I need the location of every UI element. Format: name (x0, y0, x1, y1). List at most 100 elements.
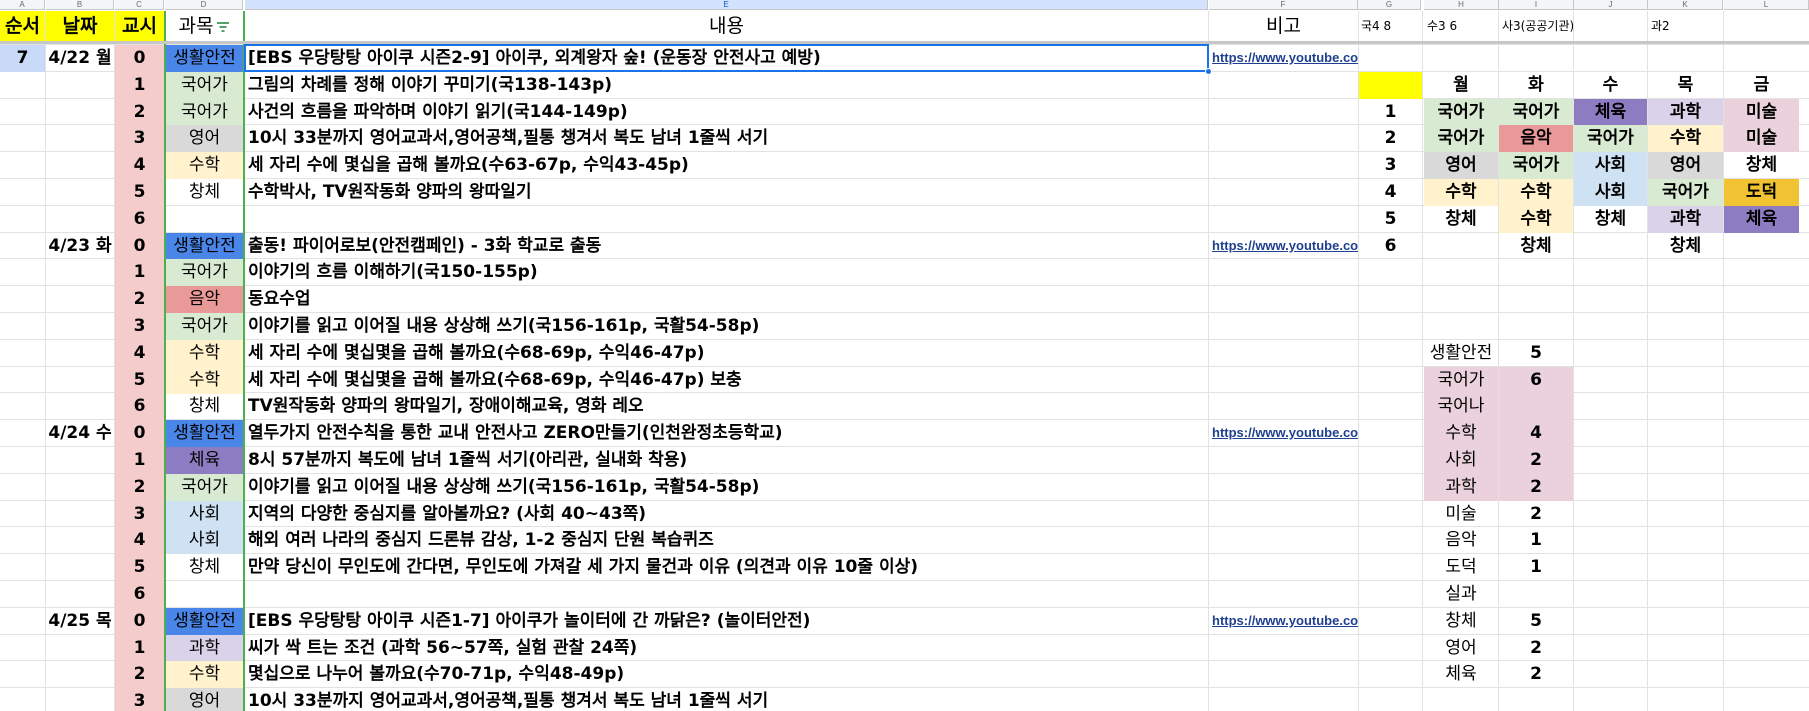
subject-cell[interactable]: 생활안전 (166, 607, 243, 635)
subject-cell[interactable]: 창체 (166, 393, 243, 420)
count-value-cell[interactable]: 2 (1499, 661, 1573, 688)
column-letter[interactable]: K (1648, 0, 1723, 10)
order-cell[interactable] (0, 313, 45, 340)
header-period[interactable]: 교시 (115, 11, 164, 41)
order-cell[interactable] (0, 420, 45, 447)
timetable-cell[interactable]: 과학 (1648, 98, 1723, 126)
subject-cell[interactable]: 과학 (166, 634, 243, 662)
count-value-cell[interactable]: 5 (1499, 608, 1573, 635)
timetable-cell[interactable]: 수학 (1499, 179, 1573, 206)
date-cell[interactable] (46, 447, 114, 474)
date-cell[interactable] (46, 393, 114, 420)
period-cell[interactable]: 0 (115, 232, 164, 260)
subject-cell[interactable]: 사회 (166, 527, 243, 555)
subject-cell[interactable]: 국어가 (166, 313, 243, 340)
count-subject-cell[interactable]: 도덕 (1424, 554, 1498, 581)
period-cell[interactable]: 0 (115, 607, 164, 635)
timetable-cell[interactable]: 창체 (1499, 233, 1573, 260)
date-cell[interactable]: 4/23 화 (46, 233, 114, 260)
count-value-cell[interactable]: 1 (1499, 527, 1573, 554)
count-value-cell[interactable]: 2 (1499, 635, 1573, 662)
period-cell[interactable]: 5 (115, 554, 164, 582)
timetable-cell[interactable]: 과학 (1648, 205, 1723, 233)
timetable-period-num[interactable]: 5 (1359, 206, 1422, 233)
content-cell[interactable]: 8시 57분까지 복도에 남녀 1줄씩 서기(아리관, 실내화 착용) (245, 447, 1208, 474)
column-letter[interactable]: B (46, 0, 114, 10)
content-cell[interactable]: 세 자리 수에 몇십몇을 곱해 볼까요(수68-69p, 수익46-47p) (245, 340, 1208, 367)
period-cell[interactable]: 4 (115, 152, 164, 180)
column-letter[interactable]: A (0, 0, 45, 10)
timetable-cell[interactable] (1724, 233, 1799, 260)
period-cell[interactable]: 0 (115, 45, 164, 72)
date-cell[interactable] (46, 72, 114, 99)
content-cell[interactable]: TV원작동화 양파의 왕따일기, 장애이해교육, 영화 레오 (245, 393, 1208, 420)
date-cell[interactable] (46, 259, 114, 286)
subject-cell[interactable]: 국어가 (166, 98, 243, 126)
content-cell[interactable]: 수학박사, TV원작동화 양파의 왕따일기 (245, 179, 1208, 206)
content-cell[interactable]: [EBS 우당탕탕 아이쿠 시즌1-7] 아이쿠가 놀이터에 간 까닭은? (놀… (245, 608, 1208, 635)
order-cell[interactable] (0, 72, 45, 99)
count-subject-cell[interactable]: 음악 (1424, 527, 1498, 554)
timetable-day-header[interactable]: 목 (1648, 72, 1723, 99)
timetable-day-header[interactable]: 화 (1499, 72, 1573, 99)
order-cell[interactable] (0, 501, 45, 528)
order-cell[interactable] (0, 179, 45, 206)
period-cell[interactable]: 5 (115, 366, 164, 394)
timetable-cell[interactable]: 수학 (1499, 205, 1573, 233)
content-cell[interactable] (245, 581, 1208, 608)
period-cell[interactable]: 4 (115, 527, 164, 555)
column-letter[interactable]: G (1358, 0, 1421, 10)
note-link[interactable]: https://www.youtube.com/watch? (1209, 608, 1358, 635)
timetable-cell[interactable]: 음악 (1499, 125, 1573, 153)
date-cell[interactable] (46, 125, 114, 152)
count-value-cell[interactable]: 6 (1499, 366, 1573, 394)
content-cell[interactable]: 세 자리 수에 몇십을 곱해 볼까요(수63-67p, 수익43-45p) (245, 152, 1208, 179)
timetable-cell[interactable]: 사회 (1574, 179, 1647, 206)
period-cell[interactable]: 3 (115, 500, 164, 528)
timetable-period-num[interactable]: 4 (1359, 179, 1422, 206)
date-cell[interactable] (46, 313, 114, 340)
period-cell[interactable]: 1 (115, 634, 164, 662)
order-cell[interactable] (0, 152, 45, 179)
date-cell[interactable] (46, 152, 114, 179)
count-subject-cell[interactable]: 체육 (1424, 661, 1498, 688)
period-cell[interactable]: 4 (115, 339, 164, 367)
order-cell[interactable] (0, 447, 45, 474)
order-cell[interactable] (0, 259, 45, 286)
count-subject-cell[interactable]: 과학 (1424, 473, 1498, 501)
header-extra-korean[interactable]: 국4 8 (1358, 11, 1421, 41)
period-cell[interactable]: 0 (115, 420, 164, 448)
order-cell[interactable]: 7 (0, 45, 45, 72)
subject-cell[interactable]: 국어가 (166, 473, 243, 501)
date-cell[interactable] (46, 635, 114, 662)
count-value-cell[interactable] (1499, 581, 1573, 608)
order-cell[interactable] (0, 233, 45, 260)
content-cell[interactable] (245, 206, 1208, 233)
spreadsheet-grid[interactable]: ABCDEFGHIJKL 순서 날짜 교시 과목 내용 비고 국4 8 수3 6… (0, 0, 1809, 711)
header-subject[interactable]: 과목 (165, 11, 243, 41)
period-cell[interactable]: 2 (115, 98, 164, 126)
content-cell[interactable]: [EBS 우당탕탕 아이쿠 시즌2-9] 아이쿠, 외계왕자 숲! (운동장 안… (245, 45, 1208, 72)
period-cell[interactable]: 6 (115, 205, 164, 233)
period-cell[interactable]: 1 (115, 71, 164, 99)
subject-cell[interactable]: 영어 (166, 125, 243, 153)
order-cell[interactable] (0, 581, 45, 608)
column-letter[interactable]: L (1724, 0, 1809, 10)
content-cell[interactable]: 만약 당신이 무인도에 간다면, 무인도에 가져갈 세 가지 물건과 이유 (의… (245, 554, 1208, 581)
timetable-cell[interactable]: 수학 (1424, 179, 1498, 206)
timetable-period-num[interactable]: 6 (1359, 233, 1422, 260)
order-cell[interactable] (0, 99, 45, 126)
column-letter[interactable]: D (165, 0, 243, 10)
subject-cell[interactable]: 수학 (166, 661, 243, 689)
period-cell[interactable]: 6 (115, 581, 164, 608)
period-cell[interactable]: 2 (115, 286, 164, 314)
count-subject-cell[interactable]: 사회 (1424, 447, 1498, 474)
timetable-day-header[interactable]: 월 (1424, 72, 1498, 99)
subject-cell[interactable]: 체육 (166, 447, 243, 474)
order-cell[interactable] (0, 367, 45, 394)
content-cell[interactable]: 출동! 파이어로보(안전캠페인) - 3화 학교로 출동 (245, 233, 1208, 260)
content-cell[interactable]: 해외 여러 나라의 중심지 드론뷰 감상, 1-2 중심지 단원 복습퀴즈 (245, 527, 1208, 554)
subject-cell[interactable] (166, 581, 243, 608)
header-extra-science[interactable]: 과2 (1648, 11, 1723, 41)
count-subject-cell[interactable]: 국어가 (1424, 366, 1498, 394)
